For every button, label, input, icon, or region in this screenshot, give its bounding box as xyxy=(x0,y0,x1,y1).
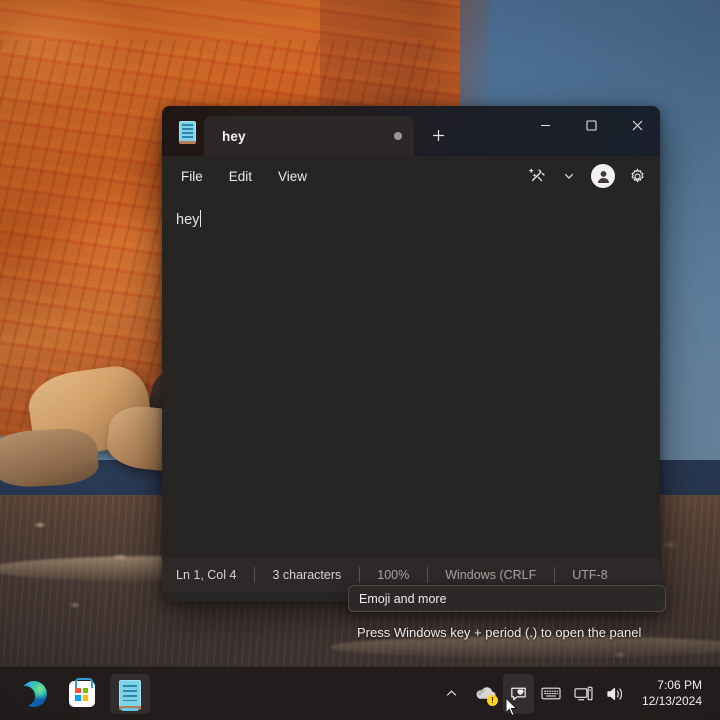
gear-icon[interactable] xyxy=(622,161,652,191)
text-editor-area[interactable]: hey xyxy=(162,196,660,558)
taskbar-notepad[interactable] xyxy=(110,673,150,714)
tab-hey[interactable]: hey xyxy=(204,116,414,156)
volume-icon[interactable] xyxy=(600,674,631,714)
notepad-icon xyxy=(119,680,141,710)
window-controls xyxy=(522,106,660,144)
editor-text: hey xyxy=(176,212,200,228)
taskbar-edge[interactable] xyxy=(14,674,54,714)
notepad-icon xyxy=(170,106,204,156)
clock-date: 12/13/2024 xyxy=(641,693,702,708)
emoji-panel-hint: Press Windows key + period (.) to open t… xyxy=(357,625,642,640)
maximize-button[interactable] xyxy=(568,106,614,144)
taskbar-store[interactable] xyxy=(62,674,102,714)
system-tray: ! 7:06 PM 12/13/2024 xyxy=(437,673,720,714)
onedrive-warning-badge: ! xyxy=(486,694,498,706)
taskbar-clock[interactable]: 7:06 PM 12/13/2024 xyxy=(632,674,710,714)
network-icon[interactable] xyxy=(568,674,599,714)
status-line-ending[interactable]: Windows (CRLF xyxy=(427,568,554,582)
onedrive-cloud-icon[interactable]: ! xyxy=(468,674,502,714)
tab-unsaved-dot-icon[interactable] xyxy=(394,132,402,140)
emoji-panel-tooltip: Emoji and more xyxy=(348,585,666,612)
minimize-button[interactable] xyxy=(522,106,568,144)
clock-time: 7:06 PM xyxy=(657,677,702,692)
tab-title: hey xyxy=(222,128,246,144)
chevron-down-icon[interactable] xyxy=(554,161,584,191)
status-encoding[interactable]: UTF-8 xyxy=(554,568,625,582)
new-tab-button[interactable] xyxy=(420,117,456,153)
menu-bar-actions xyxy=(522,156,652,196)
menu-view[interactable]: View xyxy=(267,163,318,190)
emoji-panel-button[interactable] xyxy=(502,673,534,714)
window-title-bar[interactable]: hey xyxy=(162,106,660,156)
menu-file[interactable]: File xyxy=(170,163,214,190)
status-cursor-position[interactable]: Ln 1, Col 4 xyxy=(176,568,254,582)
status-zoom-level[interactable]: 100% xyxy=(359,568,427,582)
status-character-count[interactable]: 3 characters xyxy=(254,568,359,582)
menu-edit[interactable]: Edit xyxy=(218,163,263,190)
account-avatar-icon[interactable] xyxy=(591,164,615,188)
text-caret xyxy=(200,210,202,227)
close-button[interactable] xyxy=(614,106,660,144)
taskbar[interactable]: ! 7:06 PM 12/13/2024 xyxy=(0,666,720,720)
magic-wand-sparkle-icon[interactable] xyxy=(522,161,552,191)
menu-bar: File Edit View xyxy=(162,156,660,196)
tooltip-title: Emoji and more xyxy=(359,591,447,606)
store-icon xyxy=(69,677,95,707)
edge-icon xyxy=(21,680,47,707)
notepad-window[interactable]: hey File Edit View hey Ln 1, Col 4 3 cha… xyxy=(162,106,660,602)
chevron-up-icon[interactable] xyxy=(437,674,467,714)
touch-keyboard-icon[interactable] xyxy=(535,674,567,714)
tab-strip: hey xyxy=(162,106,456,156)
taskbar-app-list xyxy=(0,673,150,714)
